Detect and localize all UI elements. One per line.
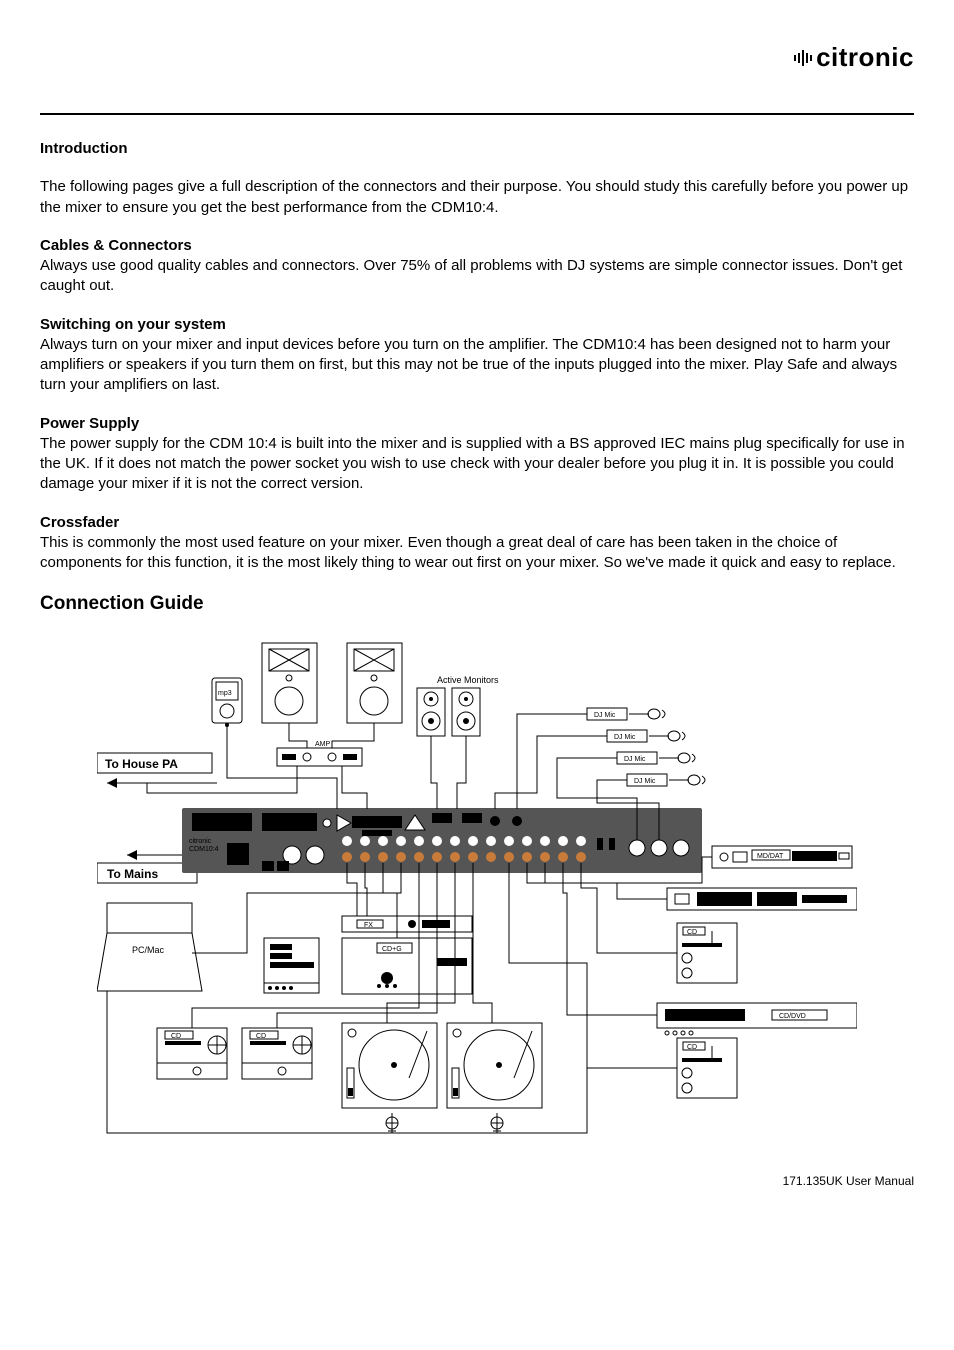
dj-mic-1-icon: DJ Mic xyxy=(587,708,665,720)
label-to-mains: To Mains xyxy=(107,867,158,881)
heading-introduction: Introduction xyxy=(40,139,914,159)
mixer-rear-panel-icon: citronic CDM10:4 xyxy=(182,808,702,873)
brand-text: citronic xyxy=(816,40,914,75)
svg-text:mp3: mp3 xyxy=(218,690,232,697)
cd-player-stack-left-icon: CD xyxy=(157,1028,227,1079)
cd-player-stack-right-icon: CD xyxy=(242,1028,312,1079)
svg-text:SAT TV: SAT TV xyxy=(762,897,786,904)
mp3-player-icon: mp3 xyxy=(212,678,242,727)
svg-text:CDM10:4: CDM10:4 xyxy=(189,846,219,853)
svg-text:MD/DAT: MD/DAT xyxy=(757,853,784,860)
dj-mic-4-icon: DJ Mic xyxy=(627,774,705,786)
heading-switching: Switching on your system xyxy=(40,316,226,333)
svg-text:CD: CD xyxy=(687,1044,697,1051)
body-switching: Always turn on your mixer and input devi… xyxy=(40,336,897,394)
turntable-right-icon xyxy=(447,1023,542,1131)
svg-text:CD: CD xyxy=(171,1033,181,1040)
mddat-icon: MD/DAT xyxy=(712,846,852,868)
body-cables: Always use good quality cables and conne… xyxy=(40,257,902,294)
diagram-svg: mp3 AMP Active Monitors DJ Mic DJ Mic DJ… xyxy=(97,633,857,1153)
svg-text:AMP: AMP xyxy=(315,741,331,748)
active-monitor-left-icon xyxy=(417,688,445,736)
svg-text:DJ Mic: DJ Mic xyxy=(614,734,636,741)
label-active-monitors: Active Monitors xyxy=(437,675,499,685)
heading-power: Power Supply xyxy=(40,415,139,432)
dj-mic-3-icon: DJ Mic xyxy=(617,752,695,764)
heading-crossfader: Crossfader xyxy=(40,514,119,531)
fx-unit-icon: FX xyxy=(342,916,472,932)
brand-logo: citronic xyxy=(794,40,914,75)
cddvd-player-icon: CD/DVD xyxy=(657,1003,857,1035)
svg-text:DJ Mic: DJ Mic xyxy=(624,756,646,763)
svg-text:CD: CD xyxy=(256,1033,266,1040)
cd-stereo-bottom-icon: CD xyxy=(677,1038,737,1098)
sattv-icon: SAT TV xyxy=(667,888,857,910)
heading-connection-guide: Connection Guide xyxy=(40,591,914,617)
label-to-house-pa: To House PA xyxy=(105,757,178,771)
cdg-player-icon: CD+G xyxy=(264,938,472,994)
body-crossfader: This is commonly the most used feature o… xyxy=(40,534,896,571)
svg-text:DJ Mic: DJ Mic xyxy=(594,712,616,719)
waveform-icon xyxy=(794,50,812,66)
turntable-left-icon xyxy=(342,1023,437,1131)
speaker-left-icon xyxy=(262,643,317,723)
laptop-icon: PC/Mac xyxy=(97,903,202,991)
svg-text:DJ Mic: DJ Mic xyxy=(634,778,656,785)
cd-stereo-top-icon: CD xyxy=(677,923,737,983)
body-power: The power supply for the CDM 10:4 is bui… xyxy=(40,435,905,493)
svg-text:citronic: citronic xyxy=(189,838,212,845)
page-header: citronic xyxy=(40,40,914,89)
dj-mic-2-icon: DJ Mic xyxy=(607,730,685,742)
heading-cables: Cables & Connectors xyxy=(40,237,192,254)
svg-text:FX: FX xyxy=(364,922,373,929)
body-introduction: The following pages give a full descript… xyxy=(40,177,914,218)
svg-text:CD/DVD: CD/DVD xyxy=(779,1013,806,1020)
amplifier-icon: AMP xyxy=(277,741,362,766)
svg-text:PC/Mac: PC/Mac xyxy=(132,945,165,955)
speaker-right-icon xyxy=(347,643,402,723)
svg-text:CD: CD xyxy=(687,929,697,936)
connection-diagram: mp3 AMP Active Monitors DJ Mic DJ Mic DJ… xyxy=(40,633,914,1153)
page-footer: 171.135UK User Manual xyxy=(40,1173,914,1189)
svg-text:CD+G: CD+G xyxy=(382,946,402,953)
header-divider xyxy=(40,113,914,115)
active-monitor-right-icon xyxy=(452,688,480,736)
